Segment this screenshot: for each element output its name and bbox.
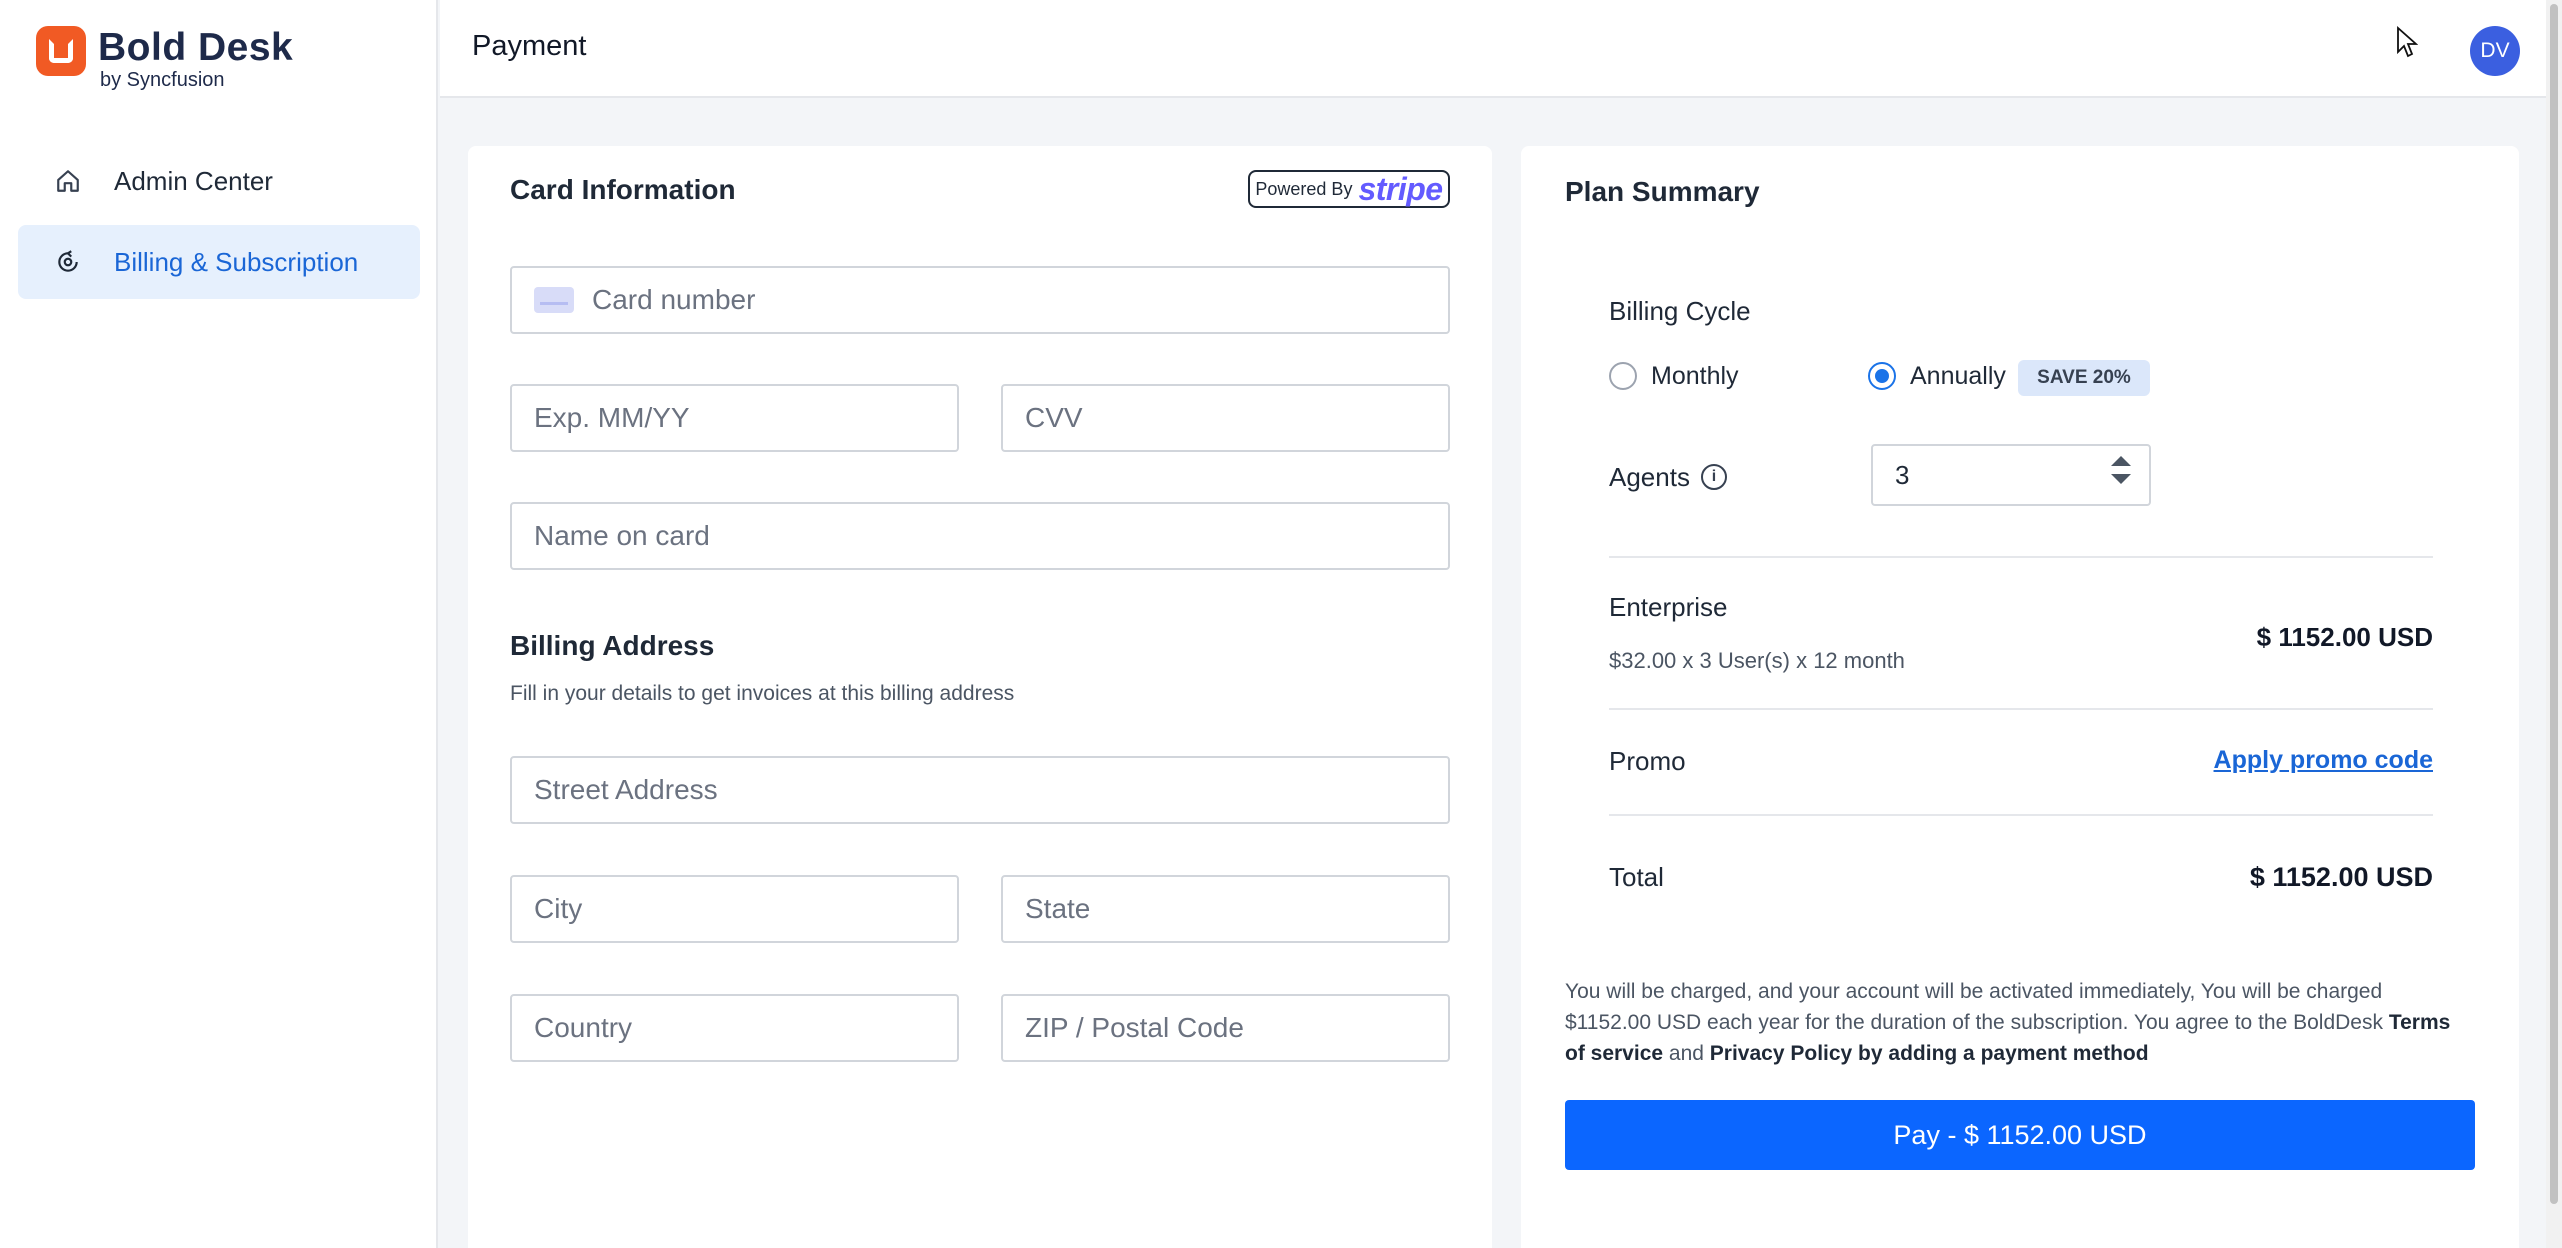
cvv-field[interactable]: CVV <box>1001 384 1450 452</box>
billing-icon <box>52 246 84 278</box>
city-placeholder: City <box>534 893 583 924</box>
increment-arrow-icon[interactable] <box>2111 456 2131 466</box>
divider <box>1609 708 2433 710</box>
state-field[interactable]: State <box>1001 875 1450 943</box>
billing-cycle-label: Billing Cycle <box>1609 296 1751 326</box>
mouse-cursor-icon <box>2396 25 2419 63</box>
annually-radio[interactable] <box>1868 362 1896 390</box>
monthly-label[interactable]: Monthly <box>1651 362 1739 391</box>
sidebar: Bold Desk by Syncfusion Admin Center Bil… <box>0 0 438 1248</box>
brand-logo[interactable]: Bold Desk by Syncfusion <box>36 26 293 98</box>
zip-placeholder: ZIP / Postal Code <box>1025 1012 1244 1043</box>
sidebar-item-admin-center[interactable]: Admin Center <box>18 144 420 218</box>
plan-summary-panel: Plan Summary Billing Cycle Monthly Annua… <box>1521 146 2519 1248</box>
expiry-field[interactable]: Exp. MM/YY <box>510 384 959 452</box>
page-title: Payment <box>472 30 587 62</box>
divider <box>1609 556 2433 558</box>
scrollbar-thumb[interactable] <box>2550 4 2558 1204</box>
powered-by-label: Powered By <box>1255 178 1353 199</box>
agents-value: 3 <box>1895 459 1910 490</box>
page-scrollbar[interactable] <box>2546 0 2562 1248</box>
privacy-policy-link[interactable]: Privacy Policy by adding a payment metho… <box>1710 1042 2149 1065</box>
brand-name: Bold Desk <box>98 26 294 69</box>
apply-promo-code-link[interactable]: Apply promo code <box>2214 746 2433 775</box>
country-field[interactable]: Country <box>510 994 959 1062</box>
city-field[interactable]: City <box>510 875 959 943</box>
charge-notice: You will be charged, and your account wi… <box>1565 976 2465 1069</box>
powered-by-stripe-badge[interactable]: Powered By stripe <box>1248 170 1450 208</box>
home-icon <box>52 165 84 197</box>
divider <box>1609 814 2433 816</box>
total-label: Total <box>1609 862 1664 892</box>
billing-address-subtitle: Fill in your details to get invoices at … <box>510 682 1015 705</box>
bolddesk-logo-icon <box>36 26 86 76</box>
name-on-card-placeholder: Name on card <box>534 520 710 551</box>
pay-button[interactable]: Pay - $ 1152.00 USD <box>1565 1100 2475 1170</box>
stripe-logo: stripe <box>1358 171 1443 207</box>
brand-subtitle: by Syncfusion <box>100 69 225 91</box>
sidebar-item-billing-subscription[interactable]: Billing & Subscription <box>18 225 420 299</box>
card-information-title: Card Information <box>510 174 736 205</box>
cvv-placeholder: CVV <box>1025 402 1083 433</box>
info-icon[interactable]: i <box>1701 464 1727 490</box>
street-address-field[interactable]: Street Address <box>510 756 1450 824</box>
monthly-radio[interactable] <box>1609 362 1637 390</box>
name-on-card-field[interactable]: Name on card <box>510 502 1450 570</box>
and-text: and <box>1668 1042 1704 1065</box>
sidebar-item-label: Billing & Subscription <box>114 246 359 277</box>
promo-label: Promo <box>1609 746 1686 776</box>
sidebar-item-label: Admin Center <box>114 165 273 196</box>
expiry-placeholder: Exp. MM/YY <box>534 402 690 433</box>
card-information-panel: Card Information Powered By stripe Card … <box>468 146 1492 1248</box>
billing-address-title: Billing Address <box>510 630 715 661</box>
card-number-field[interactable]: Card number <box>510 266 1450 334</box>
total-price: $ 1152.00 USD <box>2249 862 2433 892</box>
plan-price: $ 1152.00 USD <box>2256 622 2433 652</box>
agents-label: Agents <box>1609 462 1690 492</box>
street-address-placeholder: Street Address <box>534 774 718 805</box>
zip-field[interactable]: ZIP / Postal Code <box>1001 994 1450 1062</box>
user-avatar[interactable]: DV <box>2470 26 2520 76</box>
save-badge: SAVE 20% <box>2018 360 2150 396</box>
charge-notice-text: You will be charged, and your account wi… <box>1565 980 2383 1034</box>
plan-summary-title: Plan Summary <box>1565 176 1760 207</box>
credit-card-icon <box>534 287 574 313</box>
agents-stepper[interactable]: 3 <box>1871 444 2151 506</box>
state-placeholder: State <box>1025 893 1091 924</box>
plan-name: Enterprise <box>1609 592 1728 622</box>
card-number-placeholder: Card number <box>592 284 756 315</box>
top-header: Payment DV <box>440 0 2546 98</box>
annually-label[interactable]: Annually <box>1910 362 2006 391</box>
decrement-arrow-icon[interactable] <box>2111 474 2131 484</box>
plan-detail: $32.00 x 3 User(s) x 12 month <box>1609 648 1905 673</box>
country-placeholder: Country <box>534 1012 633 1043</box>
